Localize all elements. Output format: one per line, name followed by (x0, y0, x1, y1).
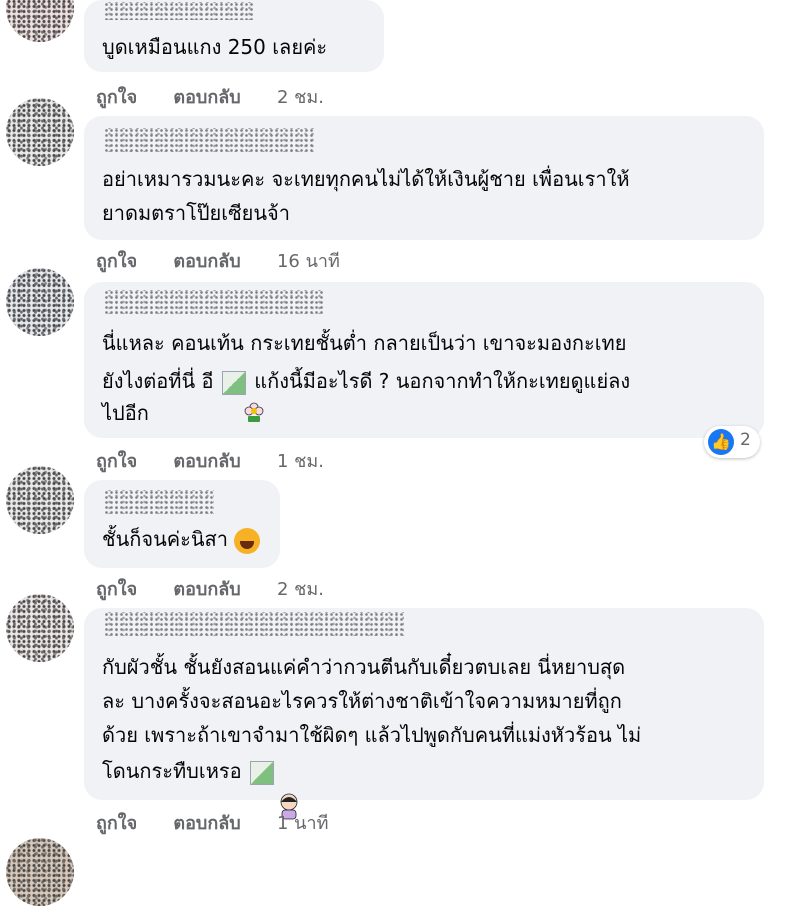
timestamp[interactable]: 16 นาที (277, 251, 340, 272)
commenter-name-blurred[interactable] (104, 612, 404, 636)
avatar[interactable] (6, 466, 74, 534)
comment-text: ยังไงต่อที่นี่ อี แก้งนี้มีอะไรดี ? นอกจ… (102, 364, 630, 398)
comment-text: อย่าเหมารวมนะคะ จะเทยทุกคนไม่ได้ให้เงินผ… (102, 167, 630, 191)
comment-bubble: อย่าเหมารวมนะคะ จะเทยทุกคนไม่ได้ให้เงินผ… (84, 116, 764, 240)
reply-link[interactable]: ตอบกลับ (173, 813, 240, 834)
avatar[interactable] (6, 268, 74, 336)
laugh-emoji-icon (233, 527, 260, 554)
comment-text: บูดเหมือนแกง 250 เลยค่ะ (102, 35, 328, 59)
reaction-count: 2 (740, 430, 751, 450)
comment-bubble: กับผัวชั้น ชั้นยังสอนแค่คำว่ากวนตีนกับเด… (84, 608, 764, 800)
like-link[interactable]: ถูกใจ (96, 579, 137, 600)
comment-text: ไปอีก (102, 401, 149, 425)
avatar[interactable] (6, 594, 74, 662)
avatar[interactable] (6, 838, 74, 906)
comment-text: โดนกระทืบเหรอ (102, 754, 276, 788)
reply-link[interactable]: ตอบกลับ (173, 579, 240, 600)
comment-text: กับผัวชั้น ชั้นยังสอนแค่คำว่ากวนตีนกับเด… (102, 655, 626, 679)
avatar[interactable] (6, 0, 74, 42)
comment-text: ชั้นก็จนค่ะนิสา (102, 522, 260, 556)
comment-bubble: นี่แหละ คอนเท้น กระเทยชั้นต่ำ กลายเป็นว่… (84, 282, 764, 438)
comment-text-segment: โดนกระทืบเหรอ (102, 759, 242, 783)
comment-actions: ถูกใจ ตอบกลับ 2 ชม. (96, 82, 354, 111)
reply-link[interactable]: ตอบกลับ (173, 451, 240, 472)
comment-text: ด้วย เพราะถ้าเขาจำมาใช้ผิดๆ แล้วไปพูดกับ… (102, 723, 642, 747)
timestamp[interactable]: 2 ชม. (277, 579, 324, 600)
like-icon: 👍 (708, 429, 734, 455)
like-link[interactable]: ถูกใจ (96, 87, 137, 108)
comment-actions: ถูกใจ ตอบกลับ 2 ชม. (96, 574, 354, 603)
reply-link[interactable]: ตอบกลับ (173, 251, 240, 272)
comment-text: ยาดมตราโป๊ยเซียนจ้า (102, 201, 290, 225)
comment-actions: ถูกใจ ตอบกลับ 1 นาที (96, 808, 358, 837)
comment-actions: ถูกใจ ตอบกลับ 1 ชม. (96, 446, 354, 475)
like-link[interactable]: ถูกใจ (96, 251, 137, 272)
comment-text: ละ บางครั้งจะสอนอะไรควรให้ต่างชาติเข้าใจ… (102, 689, 622, 713)
broken-image-icon (250, 760, 275, 785)
commenter-name-blurred[interactable] (104, 2, 254, 20)
timestamp[interactable]: 2 ชม. (277, 87, 324, 108)
comment-text-segment: แก้งนี้มีอะไรดี ? นอกจากทำให้กะเทยดูแย่ล… (254, 369, 631, 393)
reaction-badge[interactable]: 👍 2 (704, 426, 760, 458)
avatar[interactable] (6, 98, 74, 166)
reply-link[interactable]: ตอบกลับ (173, 87, 240, 108)
commenter-name-blurred[interactable] (104, 490, 214, 514)
comment-bubble: ชั้นก็จนค่ะนิสา (84, 480, 280, 568)
comment-text-segment: ชั้นก็จนค่ะนิสา (102, 527, 228, 551)
timestamp[interactable]: 1 นาที (277, 813, 328, 834)
commenter-name-blurred[interactable] (104, 128, 314, 152)
comment-bubble: บูดเหมือนแกง 250 เลยค่ะ (84, 0, 384, 72)
comment-text: นี่แหละ คอนเท้น กระเทยชั้นต่ำ กลายเป็นว่… (102, 331, 627, 355)
like-link[interactable]: ถูกใจ (96, 451, 137, 472)
timestamp[interactable]: 1 ชม. (277, 451, 324, 472)
comment-actions: ถูกใจ ตอบกลับ 16 นาที (96, 246, 370, 275)
commenter-name-blurred[interactable] (104, 290, 324, 314)
broken-image-icon (221, 370, 246, 395)
flower-emoji-icon (244, 402, 264, 422)
comment-text-segment: ยังไงต่อที่นี่ อี (102, 369, 214, 393)
like-link[interactable]: ถูกใจ (96, 813, 137, 834)
